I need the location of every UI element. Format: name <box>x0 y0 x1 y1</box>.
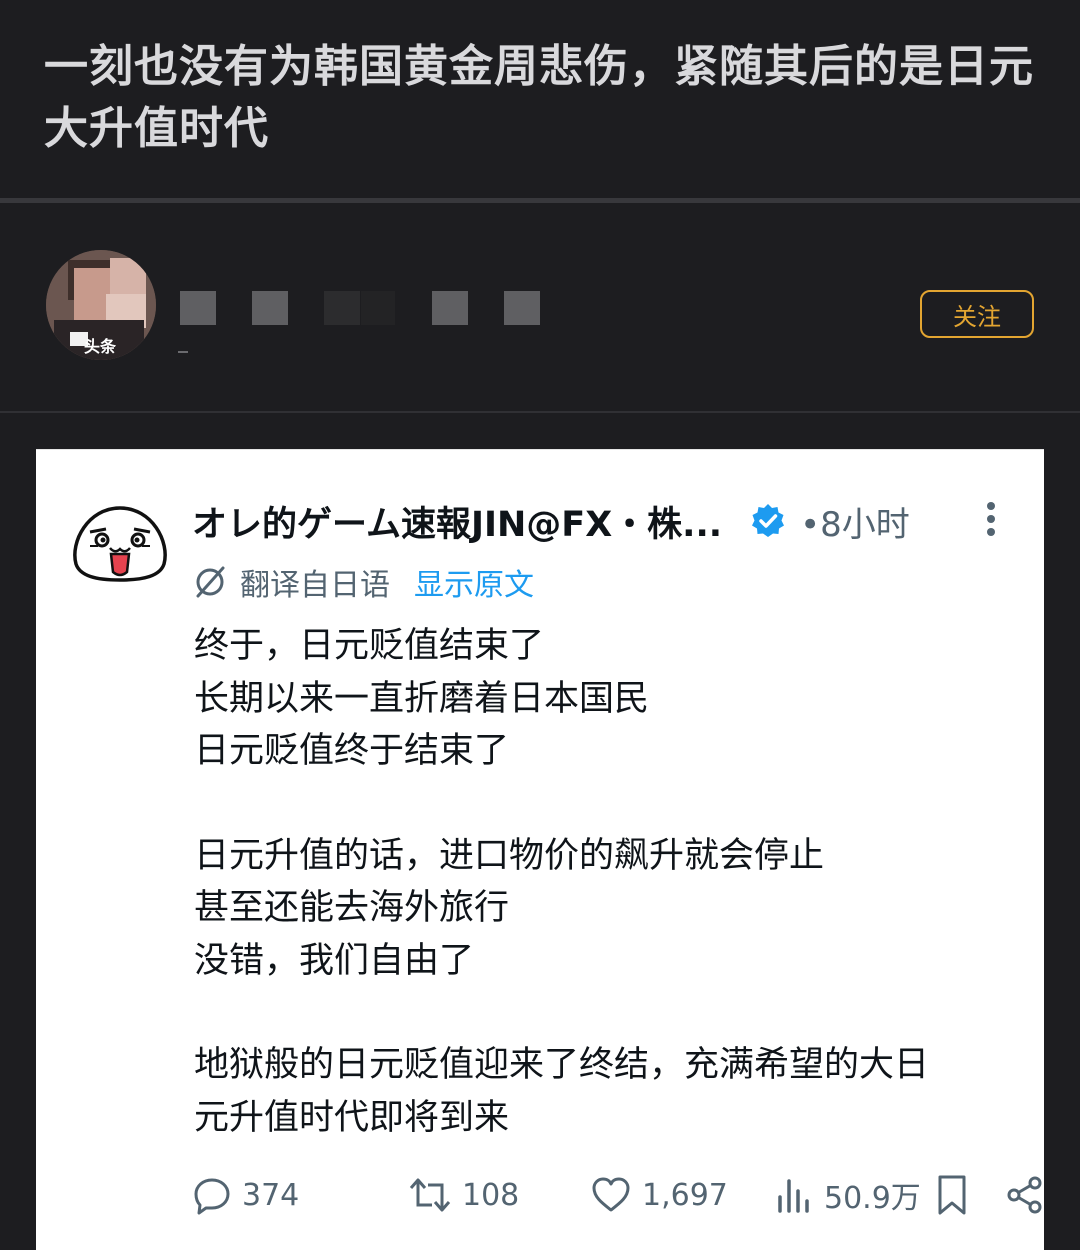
tweet-display-name[interactable]: オレ的ゲーム速報JIN@FX・株... <box>192 496 722 547</box>
tweet-line: 甚至还能去海外旅行 <box>194 888 510 928</box>
author-name-redacted <box>324 291 360 325</box>
more-icon[interactable] <box>984 502 998 538</box>
retweet-count: 108 <box>462 1177 520 1213</box>
tweet-line: 地狱般的日元贬值迎来了终结，充满希望的大日 <box>194 1045 930 1085</box>
author-row: 头条 关注 <box>0 203 1080 411</box>
author-name-redacted <box>252 291 288 325</box>
verified-icon <box>752 504 785 537</box>
retweet-icon <box>409 1178 451 1212</box>
tweet-author-avatar <box>73 506 167 582</box>
share-button[interactable] <box>1006 1170 1054 1220</box>
translated-label: 翻译自日语 <box>240 568 390 603</box>
like-icon <box>592 1177 630 1212</box>
translate-icon <box>196 566 225 598</box>
tweet-actions: 374 108 1,697 50.9万 <box>192 1170 1042 1220</box>
views-count: 50.9万 <box>824 1181 921 1216</box>
share-icon <box>1007 1176 1042 1214</box>
tweet-time: •8小时 <box>800 504 910 545</box>
follow-button[interactable]: 关注 <box>920 290 1034 338</box>
like-count: 1,697 <box>642 1177 728 1213</box>
views-button[interactable]: 50.9万 <box>774 1170 921 1220</box>
retweet-button[interactable]: 108 <box>408 1170 519 1220</box>
section-divider <box>0 411 1080 413</box>
tweet-line: 日元升值的话，进口物价的飙升就会停止 <box>194 835 825 876</box>
tweet-screenshot: オレ的ゲーム速報JIN@FX・株... •8小时 翻译自日语 显示原文 终于，日… <box>36 449 1044 1250</box>
tweet-line: 长期以来一直折磨着日本国民 <box>194 678 650 719</box>
reply-count: 374 <box>242 1177 300 1213</box>
show-original-link[interactable]: 显示原文 <box>414 560 534 604</box>
author-name-redacted <box>361 291 395 325</box>
post-title: 一刻也没有为韩国黄金周悲伤，紧随其后的是日元大升值时代 <box>44 41 1034 154</box>
tweet-header: オレ的ゲーム速報JIN@FX・株... •8小时 <box>192 496 910 547</box>
views-icon <box>778 1179 809 1213</box>
avatar-tag: 头条 <box>84 337 117 356</box>
bookmark-icon <box>938 1175 966 1215</box>
bookmark-button[interactable] <box>934 1170 980 1220</box>
tweet-text: 终于，日元贬值结束了 长期以来一直折磨着日本国民 日元贬值终于结束了 日元升值的… <box>194 620 1024 1144</box>
tweet-line: 没错，我们自由了 <box>194 940 475 981</box>
author-meta-dash <box>178 351 188 353</box>
author-name-redacted <box>432 291 468 325</box>
author-name-redacted <box>504 291 540 325</box>
tweet-line: 终于，日元贬值结束了 <box>194 626 545 666</box>
tweet-line: 元升值时代即将到来 <box>194 1097 510 1138</box>
translation-bar: 翻译自日语 显示原文 <box>192 560 534 604</box>
like-button[interactable]: 1,697 <box>590 1170 728 1220</box>
author-name-redacted <box>180 291 216 325</box>
tweet-line: 日元贬值终于结束了 <box>194 731 510 771</box>
reply-button[interactable]: 374 <box>192 1170 299 1220</box>
reply-icon <box>194 1178 230 1215</box>
